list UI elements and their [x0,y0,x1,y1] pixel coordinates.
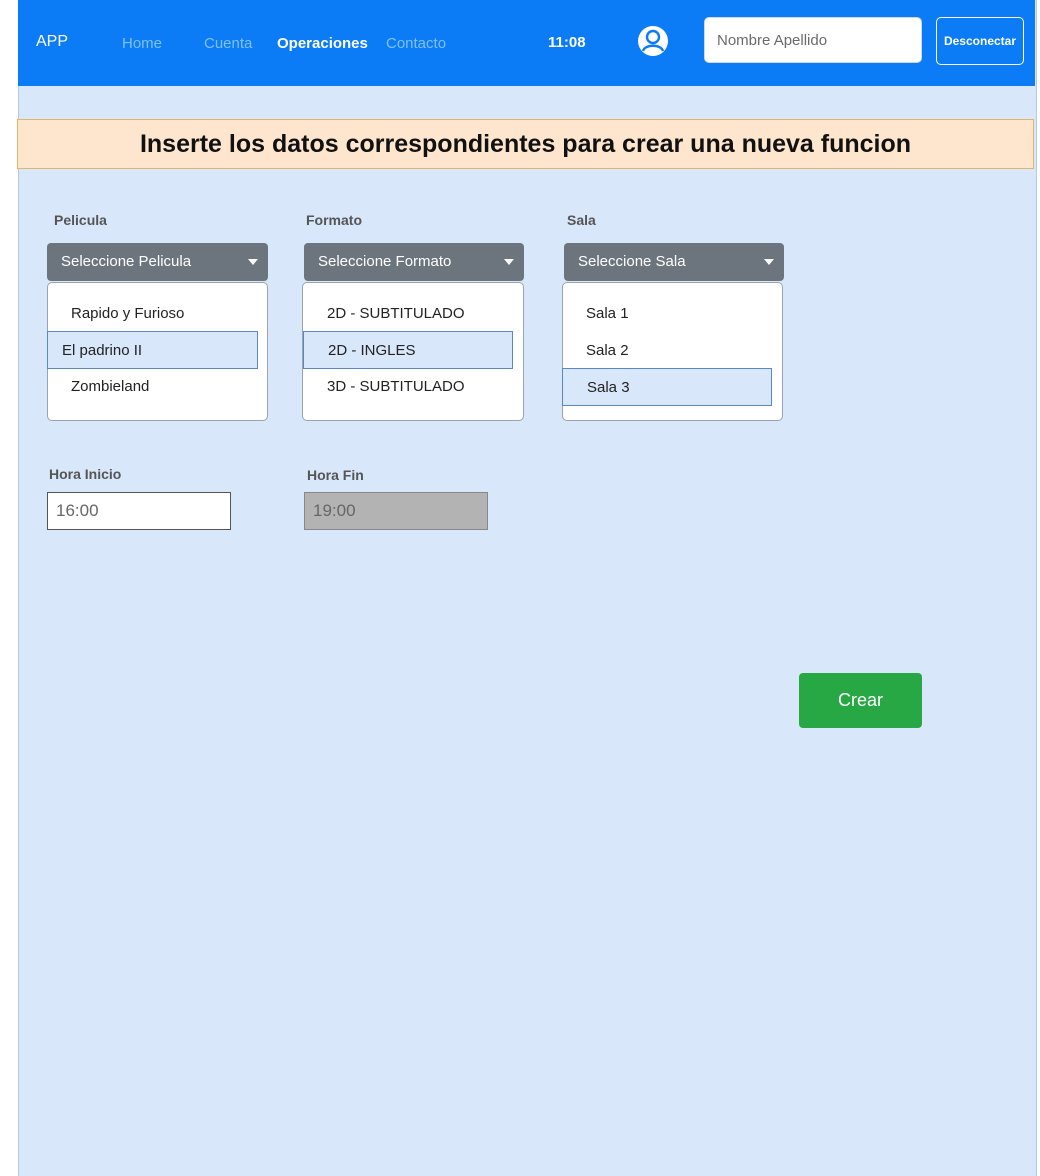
clock-display: 11:08 [548,34,586,51]
hora-inicio-label: Hora Inicio [49,466,122,482]
nav-link-contacto[interactable]: Contacto [386,35,446,52]
formato-dropdown-button[interactable]: Seleccione Formato [304,243,524,281]
user-circle-icon[interactable] [637,25,669,57]
create-button[interactable]: Crear [799,673,922,728]
formato-option[interactable]: 2D - SUBTITULADO [303,295,523,333]
hora-fin-label: Hora Fin [307,467,364,483]
pelicula-dropdown-menu: Rapido y Furioso El padrino II Zombielan… [47,282,268,421]
brand[interactable]: APP [36,33,68,51]
name-input[interactable] [704,17,922,63]
instructions-banner: Inserte los datos correspondientes para … [17,119,1034,169]
nav-link-cuenta[interactable]: Cuenta [204,35,252,52]
pelicula-dropdown-button[interactable]: Seleccione Pelicula [47,243,268,281]
pelicula-option-selected[interactable]: El padrino II [47,331,258,369]
pelicula-option[interactable]: Zombieland [48,368,267,406]
caret-down-icon [504,259,514,265]
pelicula-label: Pelicula [54,212,107,228]
formato-label: Formato [306,212,362,228]
formato-option-selected[interactable]: 2D - INGLES [303,331,513,369]
sala-option-selected[interactable]: Sala 3 [562,368,772,406]
nav-link-operaciones[interactable]: Operaciones [277,35,368,52]
sala-dropdown-menu: Sala 1 Sala 2 Sala 3 [562,282,783,421]
pelicula-dropdown-text: Seleccione Pelicula [61,253,192,270]
nav-link-home[interactable]: Home [122,35,162,52]
sala-label: Sala [567,212,596,228]
sala-dropdown-text: Seleccione Sala [578,253,686,270]
hora-fin-input [304,492,488,530]
sala-option[interactable]: Sala 2 [563,332,782,370]
logout-button[interactable]: Desconectar [936,17,1024,65]
formato-option[interactable]: 3D - SUBTITULADO [303,368,523,406]
page-background [18,0,1037,1176]
formato-dropdown-text: Seleccione Formato [318,253,452,270]
sala-dropdown-button[interactable]: Seleccione Sala [564,243,784,281]
formato-dropdown-menu: 2D - SUBTITULADO 2D - INGLES 3D - SUBTIT… [302,282,524,421]
top-navbar: APP Home Cuenta Operaciones Contacto 11:… [18,0,1035,86]
pelicula-option[interactable]: Rapido y Furioso [48,295,267,333]
hora-inicio-input[interactable] [47,492,231,530]
caret-down-icon [248,259,258,265]
sala-option[interactable]: Sala 1 [563,295,782,333]
caret-down-icon [764,259,774,265]
